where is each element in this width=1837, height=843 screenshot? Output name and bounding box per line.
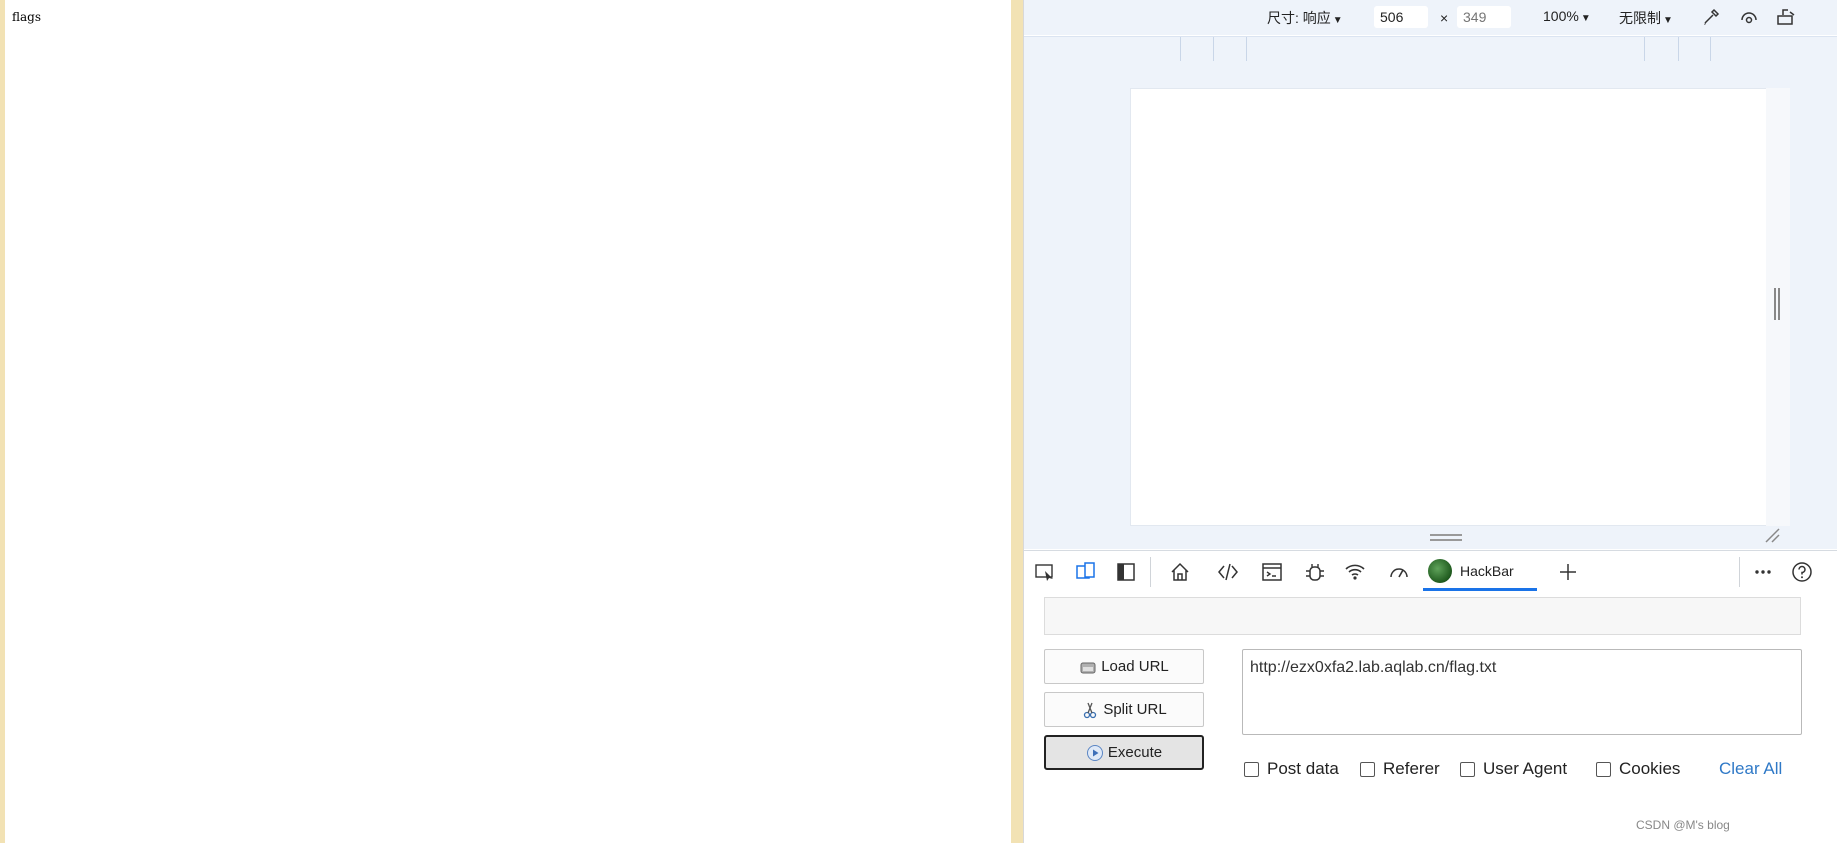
device-emulation-area <box>1024 61 1837 549</box>
checkbox-icon <box>1460 761 1475 777</box>
caret-down-icon: ▼ <box>1580 13 1591 24</box>
page-body-text: flags <box>12 10 41 24</box>
dimensions-dropdown[interactable]: 尺寸: 响应 ▼ <box>1267 8 1343 28</box>
play-icon <box>1086 744 1103 761</box>
width-input[interactable] <box>1374 6 1428 28</box>
network-wifi-icon[interactable] <box>1344 561 1366 583</box>
resize-handle-bottom[interactable] <box>1430 534 1462 541</box>
execute-button[interactable]: Execute <box>1044 735 1204 770</box>
resize-handle-right[interactable] <box>1766 88 1790 526</box>
checkbox-icon <box>1596 761 1611 777</box>
load-url-button[interactable]: Load URL <box>1044 649 1204 684</box>
watermark: CSDN @M's blog <box>1636 818 1730 832</box>
url-textarea[interactable]: http://ezx0xfa2.lab.aqlab.cn/flag.txt <box>1242 649 1802 735</box>
devtools-panel: 尺寸: 响应▼ × 100%▼ 无限制▼ <box>1023 0 1837 843</box>
page-viewport: flags <box>5 0 1011 843</box>
rotate-device-icon[interactable] <box>1775 6 1797 28</box>
throttle-dropdown[interactable]: 无限制 ▼ <box>1619 8 1673 28</box>
user-agent-label: User Agent <box>1483 759 1568 778</box>
device-emulation-icon[interactable] <box>1075 561 1097 583</box>
load-url-label: Load URL <box>1101 658 1169 675</box>
hackbar-panel: Load URL Split URL Execute http://ezx0xf… <box>1024 593 1837 843</box>
tab-hackbar[interactable]: HackBar <box>1423 551 1537 591</box>
caret-down-icon: ▼ <box>1332 15 1343 26</box>
elements-icon[interactable] <box>1217 561 1239 583</box>
page-viewport-frame: flags <box>0 0 1023 843</box>
cookies-checkbox[interactable]: Cookies <box>1596 759 1680 779</box>
zoom-label: 100% <box>1543 8 1579 24</box>
height-input[interactable] <box>1457 6 1511 28</box>
split-url-button[interactable]: Split URL <box>1044 692 1204 727</box>
referer-label: Referer <box>1383 759 1440 778</box>
emulated-viewport <box>1130 88 1767 526</box>
clear-all-link[interactable]: Clear All <box>1719 759 1782 779</box>
post-data-checkbox[interactable]: Post data <box>1244 759 1339 779</box>
devtools-tab-strip: HackBar <box>1024 550 1837 594</box>
performance-icon[interactable] <box>1388 561 1410 583</box>
home-icon[interactable] <box>1169 561 1191 583</box>
hackbar-logo-icon <box>1428 559 1452 583</box>
grip-icon <box>1774 288 1780 320</box>
inspect-element-icon[interactable] <box>1034 561 1056 583</box>
more-options-icon[interactable] <box>1752 561 1774 583</box>
split-url-label: Split URL <box>1103 701 1167 718</box>
bug-icon[interactable] <box>1304 561 1326 583</box>
hackbar-menu-bar <box>1044 597 1801 635</box>
help-icon[interactable] <box>1791 561 1813 583</box>
checkbox-icon <box>1360 761 1375 777</box>
zoom-dropdown[interactable]: 100% ▼ <box>1543 8 1591 24</box>
post-data-label: Post data <box>1267 759 1339 778</box>
load-url-icon <box>1080 662 1096 673</box>
resize-corner-icon[interactable] <box>1764 527 1780 543</box>
caret-down-icon: ▼ <box>1663 15 1673 26</box>
device-toolbar: 尺寸: 响应▼ × 100%▼ 无限制▼ <box>1024 0 1837 35</box>
throttle-label: 无限制 <box>1619 10 1661 26</box>
sensors-icon[interactable] <box>1738 6 1760 28</box>
add-tab-icon[interactable] <box>1557 561 1579 583</box>
times-sign: × <box>1440 10 1449 26</box>
dimensions-label: 尺寸: 响应 <box>1267 10 1331 26</box>
checkbox-icon <box>1244 761 1259 777</box>
user-agent-checkbox[interactable]: User Agent <box>1460 759 1567 779</box>
cookies-label: Cookies <box>1619 759 1681 778</box>
console-icon[interactable] <box>1261 561 1283 583</box>
execute-label: Execute <box>1107 744 1163 761</box>
referer-checkbox[interactable]: Referer <box>1360 759 1440 779</box>
dock-side-icon[interactable] <box>1115 561 1137 583</box>
eyedropper-icon[interactable] <box>1700 6 1722 28</box>
media-query-ruler <box>1024 36 1837 62</box>
tab-hackbar-label: HackBar <box>1460 563 1514 579</box>
scissors-icon <box>1084 702 1097 718</box>
